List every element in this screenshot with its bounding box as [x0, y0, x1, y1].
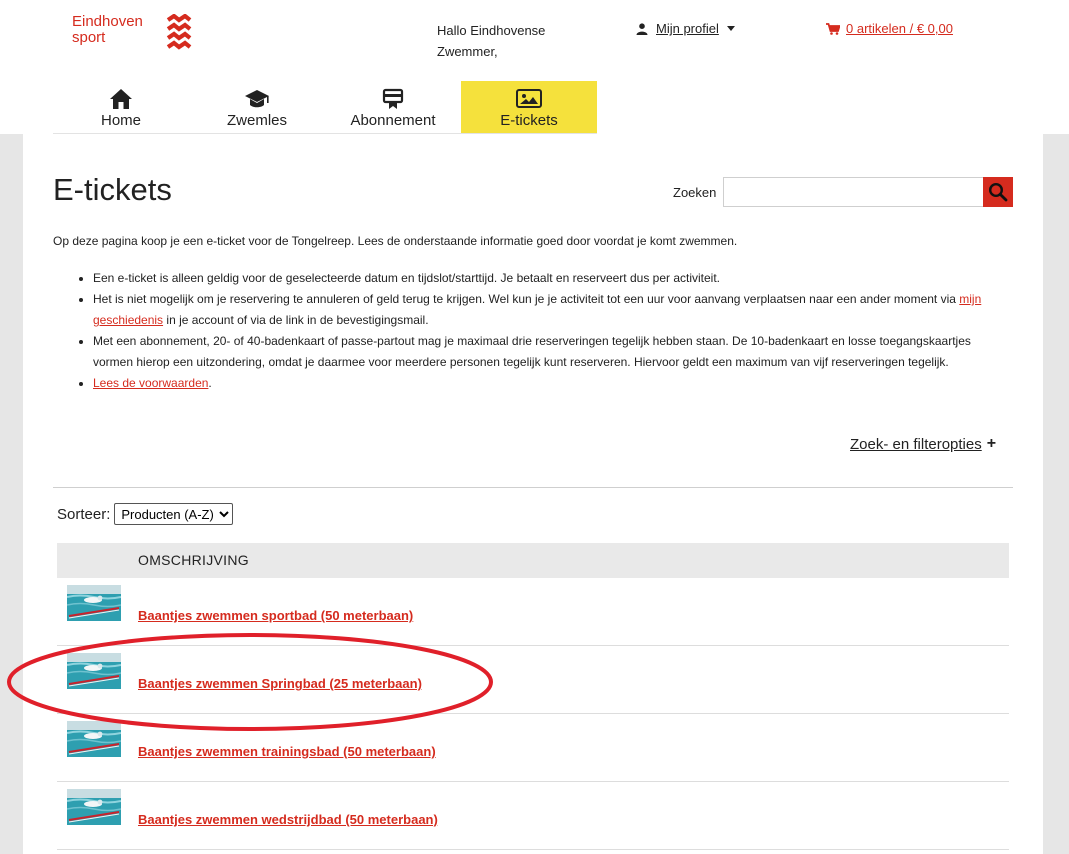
site-header: Eindhoven sport Hallo Eindhovense Zwemme…	[0, 0, 1069, 134]
graduation-cap-icon	[245, 90, 269, 108]
swimmer-thumbnail[interactable]	[67, 721, 121, 757]
table-header: OMSCHRIJVING	[57, 543, 1009, 578]
search-input[interactable]	[723, 177, 985, 207]
logo-line-2: sport	[72, 29, 106, 46]
info-item-text: Het is niet mogelijk om je reservering t…	[93, 292, 960, 306]
nav-label: E-tickets	[500, 112, 558, 129]
table-row: Baantjes zwemmen Springbad (25 meterbaan…	[57, 646, 1009, 714]
nav-item-zwemles[interactable]: Zwemles	[189, 81, 325, 133]
info-list: Een e-ticket is alleen geldig voor de ge…	[53, 268, 1013, 394]
swimmer-image-icon	[67, 721, 121, 757]
product-link[interactable]: Baantjes zwemmen trainingsbad (50 meterb…	[138, 744, 436, 759]
image-icon	[516, 89, 542, 108]
page-title: E-tickets	[53, 172, 172, 207]
product-link[interactable]: Baantjes zwemmen Springbad (25 meterbaan…	[138, 676, 422, 691]
logo-line-1: Eindhoven	[72, 13, 143, 30]
product-link[interactable]: Baantjes zwemmen sportbad (50 meterbaan)	[138, 608, 413, 623]
table-row: Baantjes zwemmen sportbad (50 meterbaan)	[57, 578, 1009, 646]
search-label: Zoeken	[673, 185, 717, 200]
terms-link[interactable]: Lees de voorwaarden	[93, 376, 208, 390]
profile-label: Mijn profiel	[656, 21, 719, 36]
info-item-text: .	[208, 376, 212, 390]
search-icon	[988, 182, 1008, 202]
swimmer-thumbnail[interactable]	[67, 789, 121, 825]
swimmer-image-icon	[67, 789, 121, 825]
info-item-text: Met een abonnement, 20- of 40-badenkaart…	[93, 334, 971, 369]
table-row: Baantjes zwemmen wedstrijdbad (50 meterb…	[57, 782, 1009, 850]
product-list: Baantjes zwemmen sportbad (50 meterbaan)…	[57, 578, 1009, 850]
card-icon	[382, 88, 404, 109]
cart-link[interactable]: 0 artikelen / € 0,00	[826, 21, 953, 36]
swimmer-thumbnail[interactable]	[67, 585, 121, 621]
swimmer-image-icon	[67, 653, 121, 689]
caret-down-icon	[726, 25, 735, 31]
info-item-text: Een e-ticket is alleen geldig voor de ge…	[93, 271, 721, 285]
nav-label: Abonnement	[350, 112, 436, 129]
column-header-omschrijving: OMSCHRIJVING	[138, 552, 249, 568]
info-item: Een e-ticket is alleen geldig voor de ge…	[93, 268, 1013, 289]
nav-item-e-tickets[interactable]: E-tickets	[461, 81, 597, 133]
product-link[interactable]: Baantjes zwemmen wedstrijdbad (50 meterb…	[138, 812, 438, 827]
nav-label: Home	[100, 112, 141, 129]
cart-label: 0 artikelen / € 0,00	[846, 21, 953, 36]
nav-item-abonnement[interactable]: Abonnement	[325, 81, 461, 133]
search-button[interactable]	[983, 177, 1013, 207]
swimmer-image-icon	[67, 585, 121, 621]
main-nav: Home Zwemles Abonnement E-tickets	[53, 81, 597, 134]
info-item-text: in je account of via de link in de beves…	[163, 313, 429, 327]
user-icon	[636, 22, 648, 35]
table-row: Baantjes zwemmen trainingsbad (50 meterb…	[57, 714, 1009, 782]
main-content: E-tickets Zoeken Op deze pagina koop je …	[23, 134, 1043, 854]
sort-label: Sorteer:	[57, 505, 111, 523]
logo[interactable]: Eindhoven sport	[72, 14, 192, 50]
cart-icon	[826, 22, 840, 35]
intro-text: Op deze pagina koop je een e-ticket voor…	[53, 234, 738, 248]
divider	[53, 487, 1013, 488]
home-icon	[110, 89, 132, 109]
plus-icon: +	[986, 435, 997, 452]
info-item: Lees de voorwaarden.	[93, 373, 1013, 394]
nav-label: Zwemles	[226, 112, 287, 129]
nav-item-home[interactable]: Home	[53, 81, 189, 133]
greeting-text: Hallo Eindhovense Zwemmer,	[437, 23, 546, 59]
filter-options-toggle[interactable]: Zoek- en filteropties +	[850, 435, 996, 453]
sort-control: Sorteer: Producten (A-Z)	[57, 503, 234, 525]
info-item: Het is niet mogelijk om je reservering t…	[93, 289, 1013, 331]
logo-text: Eindhoven sport	[72, 14, 143, 46]
info-item: Met een abonnement, 20- of 40-badenkaart…	[93, 331, 1013, 373]
swimmer-thumbnail[interactable]	[67, 653, 121, 689]
filter-label: Zoek- en filteropties	[850, 435, 982, 453]
profile-menu[interactable]: Mijn profiel	[636, 21, 735, 36]
sort-select[interactable]: Producten (A-Z)	[114, 503, 234, 525]
logo-wave-icon	[166, 14, 192, 50]
